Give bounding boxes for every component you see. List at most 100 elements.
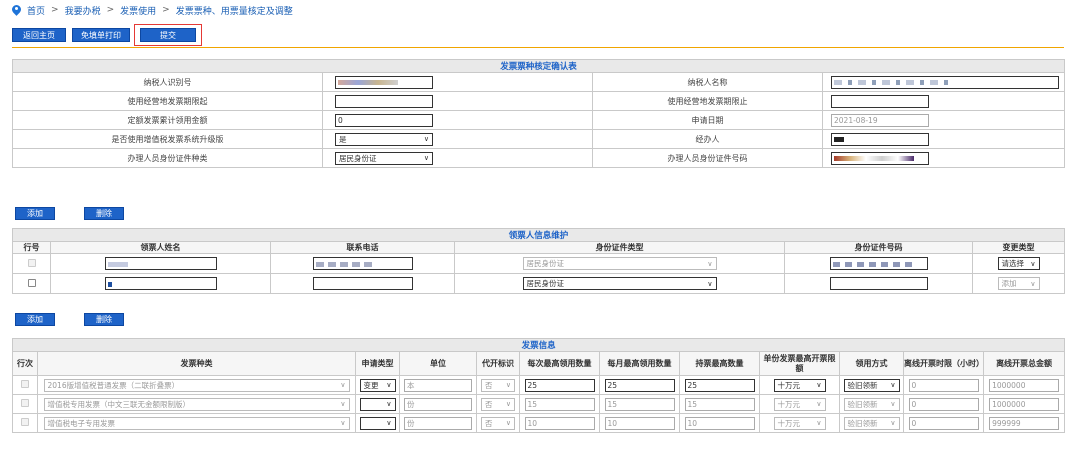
upgrade-value: 是 bbox=[339, 134, 347, 144]
breadcrumb-invoice-use[interactable]: 发票使用 bbox=[120, 4, 156, 17]
amount-field[interactable]: 0 bbox=[335, 113, 433, 127]
offline-total-field: 1000000 bbox=[989, 397, 1060, 411]
recipient-id-no-field[interactable] bbox=[829, 257, 928, 270]
id-type-select[interactable]: 居民身份证 ∨ bbox=[335, 151, 433, 165]
col-hold-max: 持票最高数量 bbox=[679, 351, 760, 376]
amount-label: 定额发票累计领用金额 bbox=[12, 110, 323, 130]
recipient-name-field[interactable] bbox=[104, 277, 217, 290]
breadcrumb-home[interactable]: 首页 bbox=[27, 4, 45, 17]
apply-type-select[interactable]: ∨ bbox=[359, 397, 396, 411]
breadcrumb-separator: > bbox=[106, 5, 115, 15]
offline-total-field: 999999 bbox=[989, 416, 1060, 430]
chevron-down-icon: ∨ bbox=[707, 279, 713, 288]
recipient-name-field[interactable] bbox=[104, 257, 217, 270]
apply-date-field: 2021-08-19 bbox=[831, 113, 929, 127]
recipient-id-type-value: 居民身份证 bbox=[526, 259, 565, 268]
hold-field: 15 bbox=[684, 397, 755, 411]
offline-hours-field: 0 bbox=[908, 397, 979, 411]
unit-field: 份 bbox=[404, 416, 472, 430]
apply-type-select[interactable]: ∨ bbox=[359, 416, 396, 430]
method-value: 验旧领新 bbox=[847, 380, 878, 390]
recipient-caption: 领票人信息维护 bbox=[11, 228, 1066, 242]
period-end-field[interactable] bbox=[831, 94, 929, 108]
chevron-down-icon: ∨ bbox=[707, 259, 713, 268]
invoice-delete-button[interactable]: 删除 bbox=[84, 313, 124, 326]
tax-id-field[interactable] bbox=[335, 75, 433, 89]
col-per-time-max: 每次最高领用数量 bbox=[519, 351, 600, 376]
method-value: 验旧领新 bbox=[847, 418, 878, 428]
invoice-add-button[interactable]: 添加 bbox=[15, 313, 55, 326]
chevron-down-icon: ∨ bbox=[816, 400, 822, 408]
submit-button[interactable]: 提交 bbox=[140, 28, 196, 42]
handler-field[interactable] bbox=[831, 132, 929, 146]
recipient-id-no-field[interactable] bbox=[829, 277, 928, 290]
home-button[interactable]: 返回主页 bbox=[12, 28, 66, 42]
method-select[interactable]: 验旧领新 ∨ bbox=[843, 378, 900, 392]
id-no-label: 办理人员身份证件号码 bbox=[592, 148, 823, 168]
apply-type-select[interactable]: 变更 ∨ bbox=[359, 378, 396, 392]
phone-field[interactable] bbox=[312, 277, 413, 290]
taxpayer-name-label: 纳税人名称 bbox=[592, 72, 823, 92]
chevron-down-icon: ∨ bbox=[890, 419, 896, 427]
taxpayer-name-field[interactable] bbox=[831, 75, 1059, 89]
offline-hours-field: 0 bbox=[908, 416, 979, 430]
agent-flag-value: 否 bbox=[485, 418, 493, 428]
table-row: 增值税专用发票（中文三联无金额限制版） ∨ ∨ 份 否 ∨ 15 15 15 十万元… bbox=[12, 394, 1066, 414]
upgrade-select[interactable]: 是 ∨ bbox=[335, 132, 433, 146]
chevron-down-icon: ∨ bbox=[505, 381, 511, 389]
col-row-no: 行号 bbox=[12, 241, 51, 254]
table-row: 2016版增值税普通发票（二联折叠票） ∨ 变更 ∨ 本 否 ∨ 25 25 25 十… bbox=[12, 375, 1066, 395]
confirm-table: 发票票种核定确认表 纳税人识别号 纳税人名称 使用经营地发票期限起 使用经营地发… bbox=[11, 59, 1066, 168]
chevron-down-icon: ∨ bbox=[816, 419, 822, 427]
chevron-down-icon: ∨ bbox=[1030, 279, 1036, 288]
unit-field: 份 bbox=[404, 397, 472, 411]
per-month-field[interactable]: 25 bbox=[604, 378, 675, 392]
chevron-down-icon: ∨ bbox=[505, 419, 511, 427]
invoice-caption: 发票信息 bbox=[11, 338, 1066, 352]
col-single-limit: 单份发票最高开票限额 bbox=[759, 351, 840, 376]
offline-hours-field: 0 bbox=[908, 378, 979, 392]
print-form-button[interactable]: 免填单打印 bbox=[72, 28, 130, 42]
id-type-label: 办理人员身份证件种类 bbox=[12, 148, 323, 168]
recipient-add-button[interactable]: 添加 bbox=[15, 207, 55, 220]
toolbar-divider bbox=[12, 47, 1064, 48]
chevron-down-icon: ∨ bbox=[505, 400, 511, 408]
per-time-field[interactable]: 25 bbox=[524, 378, 595, 392]
invoice-type-select: 2016版增值税普通发票（二联折叠票） ∨ bbox=[43, 378, 350, 392]
breadcrumb-separator: > bbox=[162, 5, 170, 15]
col-invoice-type: 发票种类 bbox=[37, 351, 356, 376]
col-agent-flag: 代开标识 bbox=[476, 351, 520, 376]
chevron-down-icon: ∨ bbox=[386, 419, 392, 427]
apply-type-value: 变更 bbox=[363, 380, 379, 390]
col-offline-hours: 离线开票时限（小时） bbox=[903, 351, 984, 376]
recipient-id-type-select[interactable]: 居民身份证 ∨ bbox=[522, 277, 717, 290]
change-type-select[interactable]: 请选择 ∨ bbox=[997, 257, 1040, 270]
per-month-field: 15 bbox=[604, 397, 675, 411]
recipient-delete-button[interactable]: 删除 bbox=[84, 207, 124, 220]
change-type-select: 添加 ∨ bbox=[997, 277, 1040, 290]
hold-field: 10 bbox=[684, 416, 755, 430]
limit-select: 十万元 ∨ bbox=[773, 397, 826, 411]
breadcrumb-tax[interactable]: 我要办税 bbox=[65, 4, 101, 17]
hold-field[interactable]: 25 bbox=[684, 378, 755, 392]
chevron-down-icon: ∨ bbox=[423, 154, 429, 162]
recipient-id-type-value: 居民身份证 bbox=[526, 279, 565, 288]
row-checkbox bbox=[21, 380, 29, 388]
phone-field[interactable] bbox=[312, 257, 413, 270]
row-checkbox[interactable] bbox=[27, 278, 36, 287]
row-checkbox bbox=[21, 399, 29, 407]
col-method: 领用方式 bbox=[839, 351, 904, 376]
col-per-month-max: 每月最高领用数量 bbox=[599, 351, 680, 376]
id-type-value: 居民身份证 bbox=[339, 153, 377, 163]
id-no-field[interactable] bbox=[831, 151, 929, 165]
limit-select[interactable]: 十万元 ∨ bbox=[773, 378, 826, 392]
table-row: 居民身份证 ∨ 添加 ∨ bbox=[12, 273, 1066, 294]
change-type-value: 请选择 bbox=[1001, 259, 1025, 268]
recipient-table: 领票人信息维护 行号 领票人姓名 联系电话 身份证件类型 身份证件号码 变更类型… bbox=[11, 228, 1066, 294]
per-time-field: 15 bbox=[524, 397, 595, 411]
invoice-type-value: 2016版增值税普通发票（二联折叠票） bbox=[47, 380, 180, 390]
period-start-field[interactable] bbox=[335, 94, 433, 108]
offline-total-field: 1000000 bbox=[989, 378, 1060, 392]
agent-flag-select: 否 ∨ bbox=[481, 397, 515, 411]
method-select: 验旧领新 ∨ bbox=[843, 397, 900, 411]
